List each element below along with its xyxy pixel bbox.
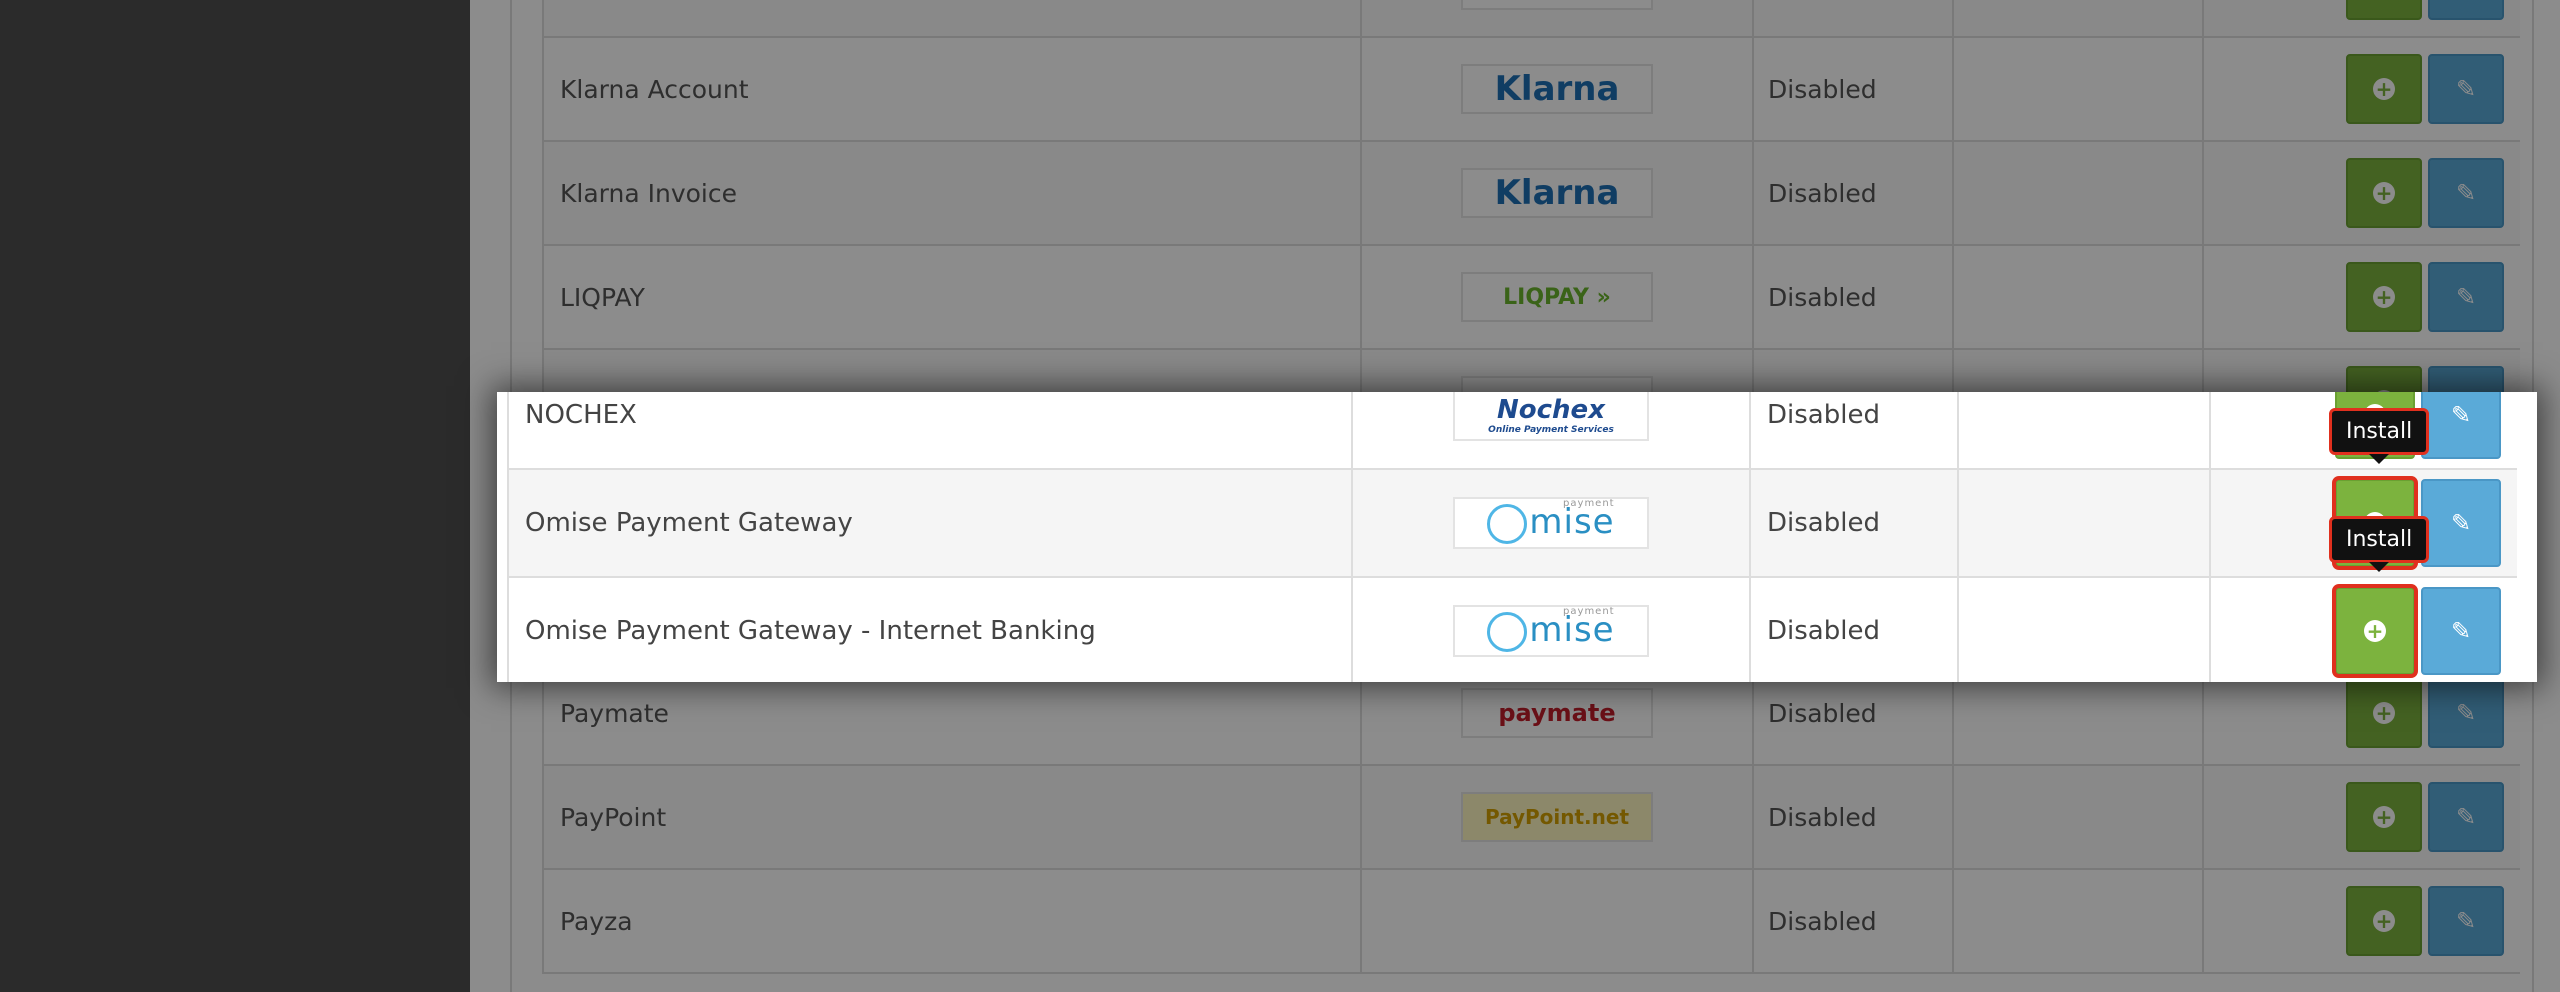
edit-button[interactable]: ✎	[2421, 479, 2501, 567]
omise-ring-icon	[1487, 503, 1528, 544]
install-tooltip: Install	[2329, 516, 2430, 572]
payment-status: Disabled	[1749, 392, 1957, 468]
edit-button[interactable]: ✎	[2421, 392, 2501, 459]
sidebar	[0, 0, 470, 992]
pencil-icon: ✎	[2450, 401, 2472, 429]
payment-status: Disabled	[1749, 470, 1957, 576]
omise-ring-icon	[1487, 611, 1528, 652]
plus-circle-icon: +	[2364, 620, 2386, 642]
sort-order	[1957, 470, 2209, 576]
payment-name: Omise Payment Gateway	[507, 470, 1351, 576]
table-row-omise-internet-banking: Omise Payment Gateway - Internet Banking…	[507, 578, 2517, 682]
pencil-icon: ✎	[2450, 617, 2472, 645]
omise-logo: mise payment	[1453, 497, 1649, 549]
payment-status: Disabled	[1749, 578, 1957, 682]
omise-logo: mise payment	[1453, 605, 1649, 657]
table-row-nochex: NOCHEX Nochex Online Payment Services Di…	[507, 392, 2517, 470]
edit-button[interactable]: ✎	[2421, 587, 2501, 675]
sort-order	[1957, 578, 2209, 682]
nochex-logo: Nochex Online Payment Services	[1453, 392, 1649, 441]
payment-name: NOCHEX	[507, 392, 1351, 468]
table-row-omise: Omise Payment Gateway mise payment Disabl…	[507, 470, 2517, 578]
pencil-icon: ✎	[2450, 509, 2472, 537]
install-button[interactable]: +	[2332, 584, 2418, 678]
install-tooltip: Install	[2329, 408, 2430, 464]
payment-name: Omise Payment Gateway - Internet Banking	[507, 578, 1351, 682]
sort-order	[1957, 392, 2209, 468]
zoomed-highlight-panel: NOCHEX Nochex Online Payment Services Di…	[497, 392, 2537, 682]
